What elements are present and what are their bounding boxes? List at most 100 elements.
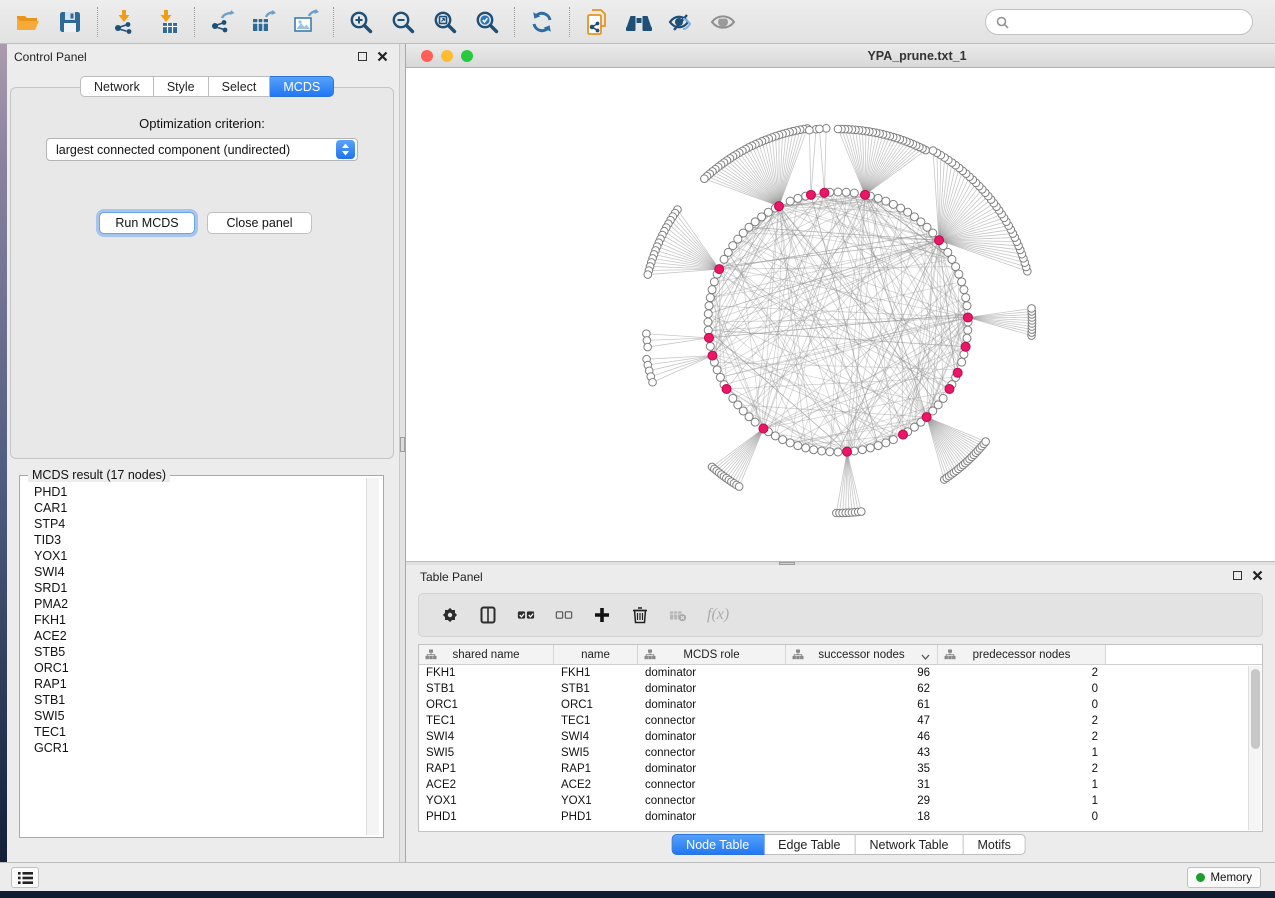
mcds-result-item[interactable]: STP4 bbox=[22, 516, 367, 532]
splitter-grip[interactable] bbox=[400, 437, 405, 452]
run-mcds-button[interactable]: Run MCDS bbox=[99, 212, 195, 234]
find-button[interactable] bbox=[621, 4, 657, 40]
mcds-result-item[interactable]: YOX1 bbox=[22, 548, 367, 564]
table-row[interactable]: SWI4SWI4dominator462 bbox=[419, 729, 1262, 745]
table-cell[interactable]: 31 bbox=[786, 777, 938, 793]
tab-network-table[interactable]: Network Table bbox=[856, 834, 964, 855]
table-cell[interactable]: ACE2 bbox=[554, 777, 638, 793]
mcds-result-item[interactable]: FKH1 bbox=[22, 612, 367, 628]
mcds-result-item[interactable]: ACE2 bbox=[22, 628, 367, 644]
mcds-result-item[interactable]: ORC1 bbox=[22, 660, 367, 676]
column-header-MCDS-role[interactable]: MCDS role bbox=[638, 645, 786, 664]
table-scrollbar[interactable] bbox=[1248, 666, 1261, 830]
mcds-result-item[interactable]: TID3 bbox=[22, 532, 367, 548]
float-panel-icon[interactable] bbox=[358, 52, 367, 61]
table-cell[interactable]: TEC1 bbox=[554, 713, 638, 729]
table-cell[interactable]: 29 bbox=[786, 793, 938, 809]
table-cell[interactable]: 1 bbox=[938, 777, 1106, 793]
network-graph[interactable] bbox=[406, 68, 1275, 561]
import-network-button[interactable] bbox=[107, 4, 143, 40]
table-cell[interactable]: 0 bbox=[938, 697, 1106, 713]
table-cell[interactable]: connector bbox=[638, 793, 786, 809]
mcds-result-item[interactable]: SWI5 bbox=[22, 708, 367, 724]
maximize-window-traffic-light[interactable] bbox=[461, 50, 473, 62]
zoom-out-button[interactable] bbox=[385, 4, 421, 40]
mcds-result-item[interactable]: SWI4 bbox=[22, 564, 367, 580]
mcds-result-item[interactable]: PHD1 bbox=[22, 484, 367, 500]
hide-graphics-details-button[interactable] bbox=[663, 4, 699, 40]
tab-edge-table[interactable]: Edge Table bbox=[764, 834, 855, 855]
show-graphics-details-button[interactable] bbox=[705, 4, 741, 40]
table-cell[interactable]: 35 bbox=[786, 761, 938, 777]
mcds-result-item[interactable]: CAR1 bbox=[22, 500, 367, 516]
table-cell[interactable]: dominator bbox=[638, 665, 786, 681]
table-cell[interactable]: 2 bbox=[938, 761, 1106, 777]
table-cell[interactable]: 2 bbox=[938, 713, 1106, 729]
float-panel-icon[interactable] bbox=[1233, 571, 1242, 580]
zoom-in-button[interactable] bbox=[343, 4, 379, 40]
column-header-name[interactable]: name bbox=[554, 645, 638, 664]
table-row[interactable]: TEC1TEC1connector472 bbox=[419, 713, 1262, 729]
table-scrollbar-thumb[interactable] bbox=[1251, 669, 1260, 749]
table-row[interactable]: SWI5SWI5connector431 bbox=[419, 745, 1262, 761]
table-cell[interactable]: SWI4 bbox=[554, 729, 638, 745]
export-table-button[interactable] bbox=[246, 4, 282, 40]
tab-mcds[interactable]: MCDS bbox=[270, 76, 334, 97]
mcds-result-item[interactable]: GCR1 bbox=[22, 740, 367, 756]
table-cell[interactable]: dominator bbox=[638, 697, 786, 713]
table-cell[interactable]: ACE2 bbox=[419, 777, 554, 793]
duplicate-network-button[interactable] bbox=[579, 4, 615, 40]
tab-network[interactable]: Network bbox=[80, 76, 154, 97]
vertical-splitter[interactable] bbox=[399, 44, 406, 862]
table-cell[interactable]: ORC1 bbox=[554, 697, 638, 713]
minimize-window-traffic-light[interactable] bbox=[441, 50, 453, 62]
table-cell[interactable]: connector bbox=[638, 777, 786, 793]
table-cell[interactable]: SWI4 bbox=[419, 729, 554, 745]
table-cell[interactable]: connector bbox=[638, 713, 786, 729]
table-cell[interactable]: connector bbox=[638, 745, 786, 761]
save-session-button[interactable] bbox=[52, 4, 88, 40]
mcds-result-item[interactable]: STB5 bbox=[22, 644, 367, 660]
table-cell[interactable]: dominator bbox=[638, 809, 786, 825]
show-column-panel-button[interactable] bbox=[479, 606, 497, 624]
table-cell[interactable]: TEC1 bbox=[419, 713, 554, 729]
sort-chevron-icon[interactable] bbox=[921, 651, 930, 663]
close-panel-icon[interactable] bbox=[377, 51, 388, 62]
table-cell[interactable]: 0 bbox=[938, 809, 1106, 825]
mcds-result-item[interactable]: TEC1 bbox=[22, 724, 367, 740]
table-cell[interactable]: 43 bbox=[786, 745, 938, 761]
table-row[interactable]: YOX1YOX1connector291 bbox=[419, 793, 1262, 809]
delete-columns-button[interactable] bbox=[631, 606, 649, 624]
mcds-result-item[interactable]: RAP1 bbox=[22, 676, 367, 692]
open-file-button[interactable] bbox=[10, 4, 46, 40]
table-row[interactable]: FKH1FKH1dominator962 bbox=[419, 665, 1262, 681]
function-builder-button[interactable]: f(x) bbox=[707, 606, 729, 624]
task-history-button[interactable] bbox=[11, 867, 39, 888]
network-window-titlebar[interactable]: YPA_prune.txt_1 bbox=[406, 44, 1275, 68]
close-panel-icon[interactable] bbox=[1252, 570, 1263, 581]
table-cell[interactable]: PHD1 bbox=[419, 809, 554, 825]
table-cell[interactable]: 46 bbox=[786, 729, 938, 745]
import-table-button[interactable] bbox=[149, 4, 185, 40]
table-cell[interactable]: FKH1 bbox=[554, 665, 638, 681]
close-window-traffic-light[interactable] bbox=[421, 50, 433, 62]
table-cell[interactable]: RAP1 bbox=[554, 761, 638, 777]
mcds-result-item[interactable]: PMA2 bbox=[22, 596, 367, 612]
create-column-button[interactable] bbox=[593, 606, 611, 624]
table-cell[interactable]: STB1 bbox=[554, 681, 638, 697]
mcds-list-scrollbar[interactable] bbox=[366, 478, 379, 835]
table-cell[interactable]: YOX1 bbox=[419, 793, 554, 809]
table-row[interactable]: ACE2ACE2connector311 bbox=[419, 777, 1262, 793]
table-cell[interactable]: 2 bbox=[938, 665, 1106, 681]
table-cell[interactable]: PHD1 bbox=[554, 809, 638, 825]
table-cell[interactable]: RAP1 bbox=[419, 761, 554, 777]
table-cell[interactable]: 47 bbox=[786, 713, 938, 729]
unselect-all-columns-button[interactable] bbox=[555, 606, 573, 624]
select-all-columns-button[interactable] bbox=[517, 606, 535, 624]
table-cell[interactable]: 61 bbox=[786, 697, 938, 713]
table-cell[interactable]: STB1 bbox=[419, 681, 554, 697]
table-cell[interactable]: YOX1 bbox=[554, 793, 638, 809]
table-settings-button[interactable] bbox=[441, 606, 459, 624]
mcds-result-item[interactable]: SRD1 bbox=[22, 580, 367, 596]
zoom-fit-button[interactable] bbox=[427, 4, 463, 40]
